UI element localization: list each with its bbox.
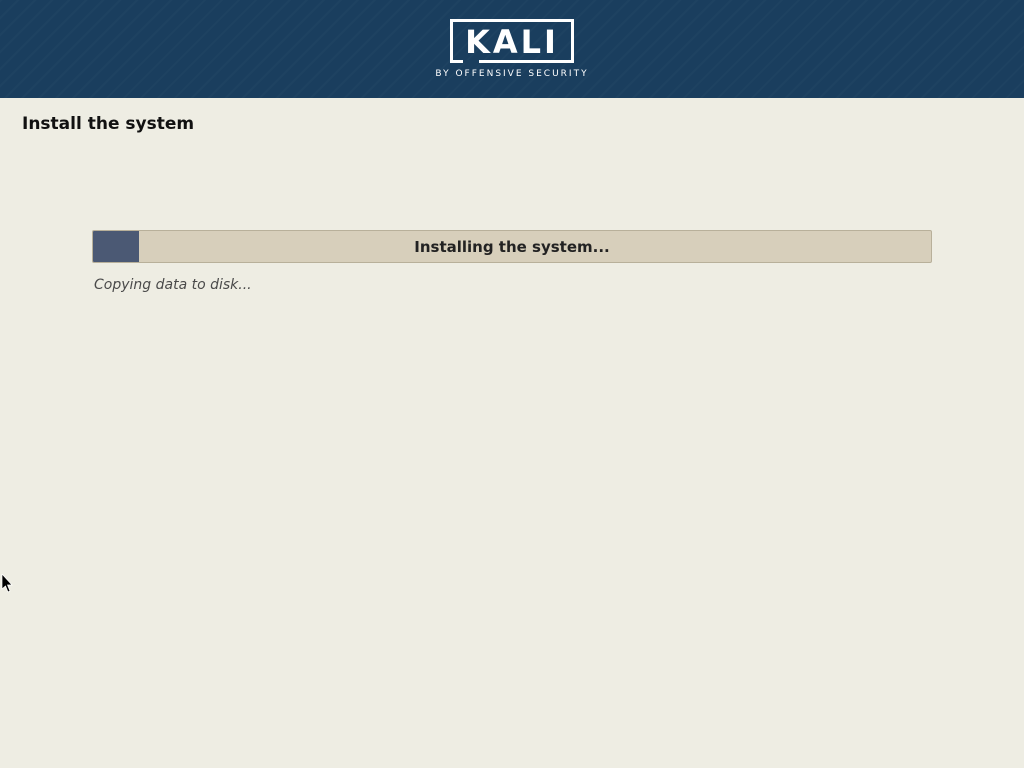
kali-logo: KALI BY OFFENSIVE SECURITY	[435, 19, 588, 79]
header-banner: KALI BY OFFENSIVE SECURITY	[0, 0, 1024, 98]
logo-frame: KALI	[450, 19, 574, 63]
progress-bar: Installing the system...	[92, 230, 932, 263]
cursor-icon	[1, 574, 15, 594]
logo-text: KALI	[465, 26, 559, 58]
content-area: Installing the system... Copying data to…	[0, 150, 1024, 293]
status-text: Copying data to disk...	[94, 277, 932, 293]
page-title: Install the system	[0, 98, 1024, 150]
progress-label: Installing the system...	[93, 231, 931, 262]
logo-subtitle: BY OFFENSIVE SECURITY	[435, 69, 588, 79]
